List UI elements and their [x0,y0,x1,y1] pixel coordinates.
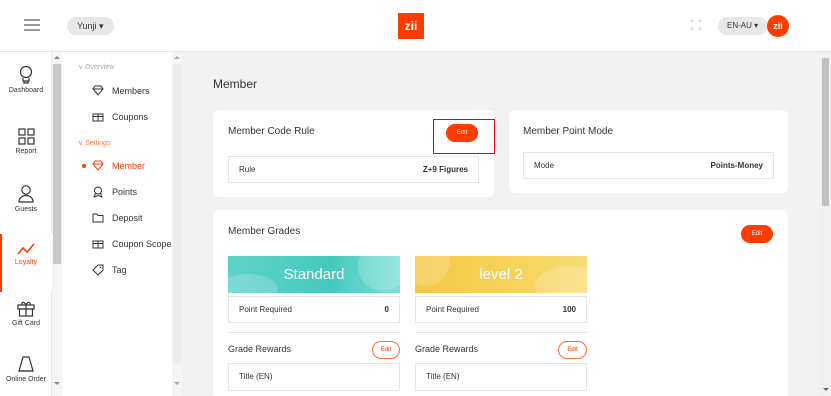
award-icon [93,186,103,198]
rail-label: Guests [14,206,38,213]
submenu-scrollbar[interactable] [172,52,182,396]
mode-field-row: Mode Points-Money [523,152,774,179]
point-required-row: Point Required 0 [228,296,400,323]
rewards-title: Grade Rewards [228,344,292,354]
rail-label: Loyalty [14,259,38,266]
fullscreen-icon[interactable] [691,20,701,30]
language-dropdown[interactable]: EN-AU ▾ [718,17,768,35]
scroll-down-arrow-icon[interactable] [823,388,829,391]
rail-item-gift-card[interactable]: Gift Card [0,300,52,356]
card-title: Member Code Rule [228,126,315,137]
field-value: Z+9 Figures [422,165,468,174]
rail-label: Dashboard [8,87,44,94]
section-settings[interactable]: ∨ Settings [78,139,110,147]
account-avatar[interactable]: zii [767,15,789,37]
member-grades-card: Member Grades Edit Standard Point Requir… [213,210,788,396]
field-value: 100 [562,305,576,314]
submenu-scroll-thumb[interactable] [173,64,181,364]
rail-label: Report [15,148,37,155]
menu-toggle-icon[interactable] [24,18,40,32]
scroll-up-arrow-icon[interactable] [174,56,180,59]
diamond-icon [92,85,104,96]
top-header: Yunji ▾ zii EN-AU ▾ zii [0,0,831,52]
language-label: EN-AU [727,21,752,30]
field-value: 0 [384,305,389,314]
column-title: Title (EN) [239,372,273,381]
user-icon [18,185,34,203]
gift-box-icon [92,240,104,249]
order-icon [18,356,34,372]
field-label: Mode [534,161,555,170]
point-required-row: Point Required 100 [415,296,587,323]
grade-rewards-edit-button[interactable]: Edit [372,341,400,359]
page-scrollbar[interactable] [820,52,831,396]
rewards-title: Grade Rewards [415,344,479,354]
rail-item-dashboard[interactable]: Dashboard [0,66,52,122]
section-overview[interactable]: ∨ Overview [78,63,114,71]
user-dropdown[interactable]: Yunji ▾ [67,17,114,35]
grade-banner-level-2[interactable]: level 2 [415,256,587,293]
tag-icon [92,264,104,276]
grade-rewards-edit-button[interactable]: Edit [558,341,587,359]
rail-item-online-order[interactable]: Online Order [0,356,52,396]
rail-item-guests[interactable]: Guests [0,185,52,241]
card-title: Member Point Mode [523,126,614,137]
trend-line-icon [17,243,35,255]
main-content: Member Member Code Rule Edit Rule Z+9 Fi… [182,52,820,396]
member-code-rule-card: Member Code Rule Edit Rule Z+9 Figures [213,110,495,197]
active-indicator [0,234,2,292]
loyalty-submenu: ∨ Overview Members Coupons ∨ Settings Me… [62,52,172,396]
highlight-box [433,119,495,154]
column-title: Title (EN) [426,372,460,381]
field-label: Point Required [426,305,479,314]
divider [228,390,400,391]
field-label: Point Required [239,305,292,314]
rail-label: Gift Card [11,320,40,327]
report-grid-icon [17,128,35,145]
rail-item-report[interactable]: Report [0,128,52,184]
rail-label: Online Order [5,376,47,383]
dashboard-icon [19,66,33,84]
field-value: Points-Money [710,161,763,170]
grade-banner-standard[interactable]: Standard [228,256,400,293]
field-label: Rule [239,165,256,174]
rail-scrollbar[interactable] [52,52,62,396]
scroll-down-arrow-icon[interactable] [54,382,60,385]
page-scroll-thumb[interactable] [822,58,829,206]
rail-scroll-thumb[interactable] [53,64,61,264]
primary-nav-rail: Dashboard Report Guests Loyalty Gift Car… [0,52,52,396]
divider [415,332,587,333]
card-title: Member Grades [228,226,301,237]
grade-name: level 2 [479,266,523,283]
user-name: Yunji [77,21,97,31]
folder-icon [92,213,104,223]
grades-edit-button[interactable]: Edit [741,225,773,243]
member-point-mode-card: Member Point Mode Mode Points-Money [509,110,788,193]
gift-icon [17,301,35,317]
diamond-icon [92,160,104,171]
divider [415,390,587,391]
rule-field-row: Rule Z+9 Figures [228,156,479,183]
brand-logo[interactable]: zii [398,13,424,39]
active-dot [82,164,86,168]
rewards-table-header: Title (EN) [415,363,587,391]
rail-item-loyalty[interactable]: Loyalty [0,234,52,292]
gift-box-icon [92,113,104,122]
scroll-down-arrow-icon[interactable] [174,382,180,385]
scroll-up-arrow-icon[interactable] [54,56,60,59]
rewards-table-header: Title (EN) [228,363,400,391]
divider [228,332,400,333]
grade-name: Standard [283,266,345,283]
page-title: Member [213,77,258,91]
